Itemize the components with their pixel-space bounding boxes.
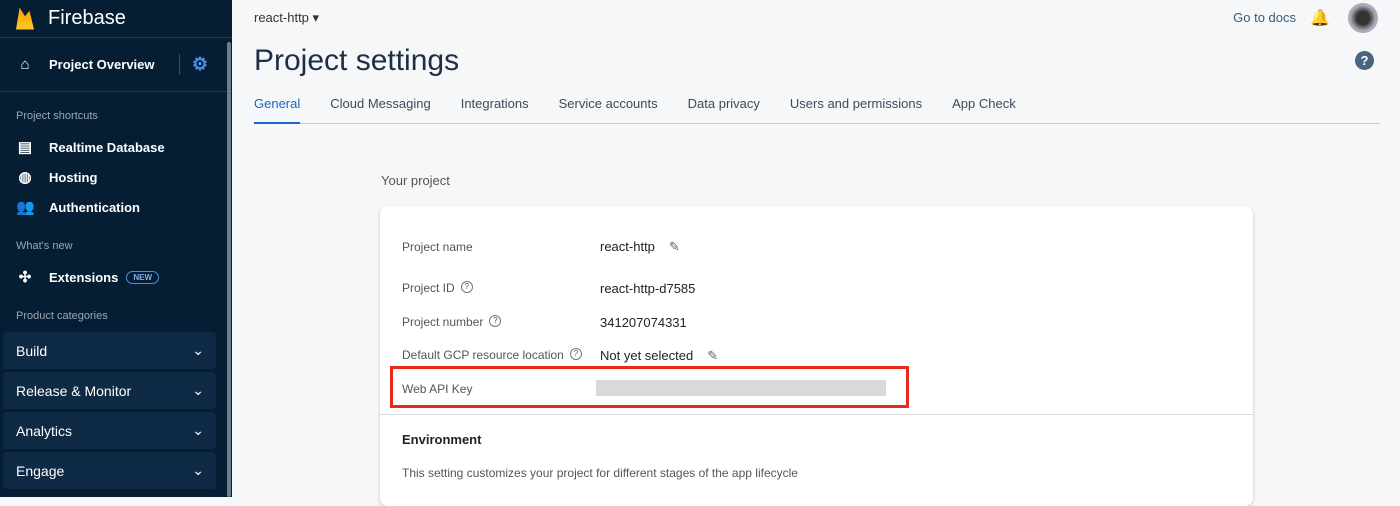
shortcuts-title: Project shortcuts: [16, 110, 98, 122]
bell-icon[interactable]: 🔔: [1310, 8, 1330, 28]
firebase-flame-icon: [16, 7, 34, 30]
people-icon: 👥: [16, 199, 35, 216]
value: react-http-d7585: [600, 281, 696, 296]
help-circle-icon[interactable]: ?: [460, 281, 473, 293]
category-analytics[interactable]: Analytics ⌄: [3, 412, 216, 449]
chevron-down-icon: ⌄: [192, 382, 204, 398]
tab-cloud-messaging[interactable]: Cloud Messaging: [330, 96, 430, 123]
puzzle-icon: ✣: [18, 269, 32, 286]
sidebar-item-extensions[interactable]: ✣ Extensions NEW: [0, 262, 232, 292]
brand-name: Firebase: [48, 7, 126, 29]
category-label: Build: [16, 342, 48, 359]
label: Default GCP resource location: [402, 348, 564, 362]
item-label: Realtime Database: [49, 139, 165, 155]
project-name: react-http: [254, 10, 309, 25]
globe-icon: ◍: [18, 169, 32, 186]
home-icon: ⌂: [20, 56, 30, 73]
item-label: Hosting: [49, 169, 98, 185]
edit-icon[interactable]: ✎: [707, 348, 718, 363]
help-icon[interactable]: ?: [1355, 51, 1374, 70]
category-label: Analytics: [16, 422, 73, 439]
category-engage[interactable]: Engage ⌄: [3, 452, 216, 489]
project-name-row: Project name react-http ✎: [402, 239, 680, 254]
project-selector[interactable]: react-http ▾: [254, 10, 319, 26]
sidebar-item-authentication[interactable]: 👥 Authentication: [0, 192, 232, 222]
avatar[interactable]: [1348, 3, 1378, 33]
overview-label: Project Overview: [49, 57, 155, 72]
value: 341207074331: [600, 315, 687, 330]
value: react-http: [600, 239, 655, 254]
label: Project name: [402, 240, 473, 254]
chevron-down-icon: ⌄: [192, 422, 204, 438]
project-overview[interactable]: ⌂ Project Overview ⚙: [0, 38, 232, 92]
help-circle-icon[interactable]: ?: [489, 315, 502, 327]
page-title: Project settings: [254, 44, 460, 77]
divider: [380, 414, 1253, 415]
tab-integrations[interactable]: Integrations: [461, 96, 529, 123]
main: react-http ▾ Go to docs 🔔 Project settin…: [232, 0, 1400, 506]
category-label: Engage: [16, 462, 65, 479]
tabs: General Cloud Messaging Integrations Ser…: [254, 96, 1380, 124]
new-badge: NEW: [126, 270, 160, 284]
sidebar-item-hosting[interactable]: ◍ Hosting: [0, 162, 232, 192]
chevron-down-icon: ⌄: [192, 342, 204, 358]
tab-users-permissions[interactable]: Users and permissions: [790, 96, 922, 123]
gear-icon[interactable]: ⚙: [178, 54, 208, 75]
project-card: Project name react-http ✎ Project ID? react…: [380, 206, 1253, 506]
label: Project ID: [402, 281, 455, 295]
item-label: Authentication: [49, 199, 140, 215]
project-id-row: Project ID? react-http-d7585: [402, 281, 695, 296]
environment-title: Environment: [402, 432, 482, 447]
database-icon: ▤: [17, 139, 33, 156]
firebase-logo[interactable]: Firebase: [0, 0, 232, 38]
label: Project number: [402, 315, 484, 329]
sidebar-scrollbar[interactable]: [227, 42, 231, 497]
caret-down-icon: ▾: [312, 10, 320, 25]
sidebar-item-realtime-database[interactable]: ▤ Realtime Database: [0, 132, 232, 162]
item-label: Extensions: [49, 269, 119, 285]
section-title: Your project: [381, 173, 450, 188]
tab-general[interactable]: General: [254, 96, 301, 124]
project-number-row: Project number? 341207074331: [402, 315, 687, 330]
category-label: Release & Monitor: [16, 382, 132, 399]
tab-data-privacy[interactable]: Data privacy: [688, 96, 760, 123]
go-to-docs-link[interactable]: Go to docs: [1233, 10, 1296, 25]
environment-description: This setting customizes your project for…: [402, 466, 798, 480]
value: Not yet selected: [600, 348, 694, 363]
highlight-box: [390, 366, 909, 408]
location-row: Default GCP resource location? Not yet se…: [402, 348, 718, 363]
whats-new-title: What's new: [16, 240, 73, 252]
edit-icon[interactable]: ✎: [669, 239, 680, 254]
help-circle-icon[interactable]: ?: [569, 348, 582, 360]
category-build[interactable]: Build ⌄: [3, 332, 216, 369]
sidebar: Firebase ⌂ Project Overview ⚙ Project shor…: [0, 0, 232, 497]
tab-service-accounts[interactable]: Service accounts: [559, 96, 658, 123]
tab-app-check[interactable]: App Check: [952, 96, 1016, 123]
category-release-monitor[interactable]: Release & Monitor ⌄: [3, 372, 216, 409]
chevron-down-icon: ⌄: [192, 462, 204, 478]
categories-title: Product categories: [16, 310, 108, 322]
